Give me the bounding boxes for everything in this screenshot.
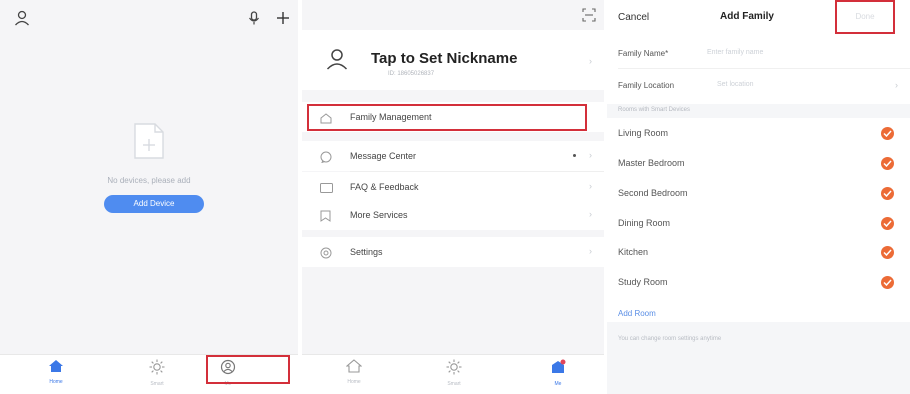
add-device-button[interactable]: Add Device xyxy=(104,195,204,213)
empty-state-text: No devices, please add xyxy=(107,176,191,185)
chevron-right-icon: › xyxy=(589,150,592,160)
checkmark-icon[interactable] xyxy=(881,217,894,230)
add-family-screen: Cancel Add Family Done Family Name* Ente… xyxy=(607,0,910,394)
menu-settings-label: Settings xyxy=(350,247,383,257)
room-name: Living Room xyxy=(618,128,669,138)
room-name: Master Bedroom xyxy=(618,158,685,168)
chevron-right-icon: › xyxy=(589,246,592,256)
me-tab-bar: Home Smart Me xyxy=(302,354,604,394)
checkmark-icon[interactable] xyxy=(881,127,894,140)
home-outline-icon xyxy=(345,359,363,377)
checkmark-icon[interactable] xyxy=(881,276,894,289)
menu-more-services-label: More Services xyxy=(350,210,408,220)
room-row-kitchen[interactable]: Kitchen xyxy=(607,238,910,268)
scan-icon[interactable] xyxy=(582,8,596,27)
divider xyxy=(618,68,910,69)
family-location-label: Family Location xyxy=(618,81,675,90)
tab-home[interactable]: Home xyxy=(334,359,374,385)
menu-message-center[interactable]: Message Center › xyxy=(302,141,604,171)
tab-home-label: Home xyxy=(347,379,361,385)
room-row-master-bedroom[interactable]: Master Bedroom xyxy=(607,149,910,179)
mic-icon[interactable] xyxy=(248,11,260,30)
room-settings-hint: You can change room settings anytime xyxy=(618,336,722,342)
menu-message-center-label: Message Center xyxy=(350,151,417,161)
rooms-section-header: Rooms with Smart Devices xyxy=(607,104,910,118)
avatar-icon xyxy=(326,48,348,75)
checkmark-icon[interactable] xyxy=(881,157,894,170)
chevron-right-icon: › xyxy=(589,56,592,66)
tab-home-label: Home xyxy=(49,379,63,385)
chevron-right-icon: › xyxy=(589,209,592,219)
sun-icon xyxy=(149,359,165,379)
profile-card[interactable]: Tap to Set Nickname ID: 18605026837 › xyxy=(302,30,604,90)
checkmark-icon[interactable] xyxy=(881,246,894,259)
tab-smart[interactable]: Smart xyxy=(137,359,177,387)
menu-faq-feedback[interactable]: FAQ & Feedback › xyxy=(302,172,604,202)
family-name-row[interactable]: Family Name* Enter family name xyxy=(607,40,910,68)
highlight-me-tab xyxy=(206,355,290,384)
menu-settings[interactable]: Settings › xyxy=(302,237,604,267)
room-name: Kitchen xyxy=(618,247,649,257)
tab-me-label: Me xyxy=(554,381,562,387)
home-screen: No devices, please add Add Device Home S… xyxy=(0,0,298,394)
menu-faq-feedback-label: FAQ & Feedback xyxy=(350,182,419,192)
tab-home[interactable]: Home xyxy=(36,359,76,385)
empty-document-icon xyxy=(133,122,165,165)
bookmark-icon xyxy=(320,209,331,227)
room-row-dining-room[interactable]: Dining Room xyxy=(607,209,910,239)
chevron-right-icon: › xyxy=(589,181,592,191)
room-name: Study Room xyxy=(618,277,668,287)
tab-smart[interactable]: Smart xyxy=(434,359,474,387)
room-row-living-room[interactable]: Living Room xyxy=(607,119,910,149)
person-icon[interactable] xyxy=(14,10,30,31)
family-name-input[interactable]: Enter family name xyxy=(707,49,763,56)
tab-smart-label: Smart xyxy=(150,381,164,387)
faq-icon xyxy=(320,181,333,199)
tab-smart-label: Smart xyxy=(447,381,461,387)
settings-icon xyxy=(320,246,332,264)
highlight-done-button xyxy=(835,0,895,34)
add-family-footer xyxy=(607,322,910,394)
unread-dot xyxy=(573,154,576,157)
message-icon xyxy=(320,150,332,168)
me-icon xyxy=(550,359,566,379)
menu-more-services[interactable]: More Services › xyxy=(302,200,604,230)
nickname-text: Tap to Set Nickname xyxy=(371,50,518,67)
room-row-study-room[interactable]: Study Room xyxy=(607,268,910,298)
family-location-row[interactable]: Family Location Set location › xyxy=(607,72,910,100)
room-name: Dining Room xyxy=(618,218,671,228)
rooms-section-label: Rooms with Smart Devices xyxy=(618,107,691,113)
home-top-bar xyxy=(0,0,298,40)
me-screen: Tap to Set Nickname ID: 18605026837 › Fa… xyxy=(302,0,604,394)
cancel-button[interactable]: Cancel xyxy=(618,12,649,23)
home-icon xyxy=(48,360,64,377)
chevron-right-icon: › xyxy=(895,80,898,90)
page-title: Add Family xyxy=(720,11,774,22)
family-name-label: Family Name* xyxy=(618,49,669,58)
user-id-text: ID: 18605026837 xyxy=(388,71,435,77)
tab-me[interactable]: Me xyxy=(538,359,578,387)
room-row-second-bedroom[interactable]: Second Bedroom xyxy=(607,179,910,209)
family-location-input[interactable]: Set location xyxy=(717,81,754,88)
room-name: Second Bedroom xyxy=(618,188,688,198)
checkmark-icon[interactable] xyxy=(881,187,894,200)
add-icon[interactable] xyxy=(276,5,290,31)
add-room-link[interactable]: Add Room xyxy=(618,309,656,318)
sun-icon xyxy=(446,359,462,379)
highlight-family-management xyxy=(307,104,587,131)
